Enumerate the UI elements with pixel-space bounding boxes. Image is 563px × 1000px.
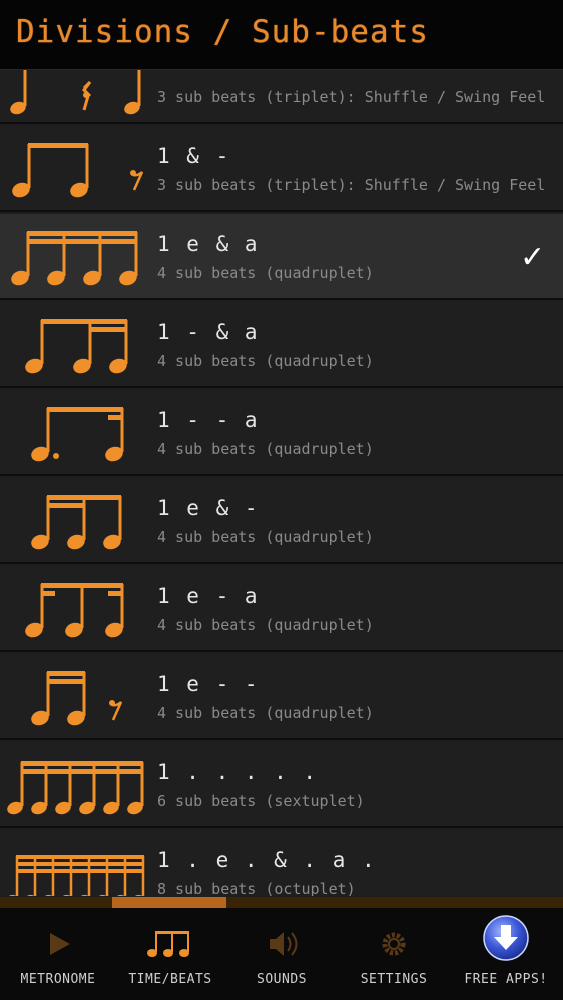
header-bar: Divisions / Sub-beats xyxy=(0,0,563,70)
sixteenth-eighth-sixteenth-notation-icon xyxy=(0,566,150,652)
division-list[interactable]: 3 sub beats (triplet): Shuffle / Swing F… xyxy=(0,70,563,896)
list-item[interactable]: 1 & - 3 sub beats (triplet): Shuffle / S… xyxy=(0,126,563,212)
download-icon xyxy=(450,915,562,964)
list-item[interactable]: 1 - - a 4 sub beats (quadruplet) xyxy=(0,390,563,476)
quarter-rest-quarter-notation-icon xyxy=(0,70,150,124)
gear-icon xyxy=(338,924,450,964)
list-item[interactable]: 1 . e . & . a . 8 sub beats (octuplet) xyxy=(0,830,563,896)
row-description: 4 sub beats (quadruplet) xyxy=(157,440,374,458)
row-pattern: 1 - - a xyxy=(157,408,260,432)
list-item[interactable]: 1 . . . . . 6 sub beats (sextuplet) xyxy=(0,742,563,828)
page-title: Divisions / Sub-beats xyxy=(16,14,429,50)
list-item[interactable]: 1 e - - 4 sub beats (quadruplet) xyxy=(0,654,563,740)
speaker-icon xyxy=(226,924,338,964)
horizontal-scrollbar[interactable] xyxy=(0,897,563,908)
eight-thirtyseconds-notation-icon xyxy=(0,830,150,896)
row-description: 4 sub beats (quadruplet) xyxy=(157,616,374,634)
tab-label: SETTINGS xyxy=(360,972,428,987)
row-description: 4 sub beats (quadruplet) xyxy=(157,704,374,722)
dotted-eighth-sixteenth-notation-icon xyxy=(0,390,150,476)
tab-settings[interactable]: SETTINGS xyxy=(338,908,450,1000)
bottom-tab-bar: METRONOME TIME/BEATS SOUNDS SETTINGS FRE… xyxy=(0,908,563,1000)
row-description: 3 sub beats (triplet): Shuffle / Swing F… xyxy=(157,88,546,106)
tab-label: METRONOME xyxy=(20,972,96,987)
row-pattern: 1 & - xyxy=(157,144,231,168)
tab-time-beats[interactable]: TIME/BEATS xyxy=(114,908,226,1000)
scrollbar-thumb[interactable] xyxy=(112,897,226,908)
row-pattern: 1 e & a xyxy=(157,232,260,256)
list-item[interactable]: 3 sub beats (triplet): Shuffle / Swing F… xyxy=(0,70,563,124)
row-pattern: 1 - & a xyxy=(157,320,260,344)
list-item[interactable]: 1 e & - 4 sub beats (quadruplet) xyxy=(0,478,563,564)
two-eighths-rest-notation-icon xyxy=(0,126,150,212)
row-description: 8 sub beats (octuplet) xyxy=(157,880,356,896)
list-item[interactable]: 1 - & a 4 sub beats (quadruplet) xyxy=(0,302,563,388)
row-pattern: 1 e - - xyxy=(157,672,260,696)
row-description: 4 sub beats (quadruplet) xyxy=(157,528,374,546)
list-item-selected[interactable]: 1 e & a 4 sub beats (quadruplet) ✓ xyxy=(0,214,563,300)
list-item[interactable]: 1 e - a 4 sub beats (quadruplet) xyxy=(0,566,563,652)
tab-sounds[interactable]: SOUNDS xyxy=(226,908,338,1000)
row-description: 4 sub beats (quadruplet) xyxy=(157,352,374,370)
row-pattern: 1 e & - xyxy=(157,496,260,520)
row-pattern: 1 e - a xyxy=(157,584,260,608)
row-description: 3 sub beats (triplet): Shuffle / Swing F… xyxy=(157,176,546,194)
four-sixteenths-notation-icon xyxy=(0,214,150,300)
row-description: 6 sub beats (sextuplet) xyxy=(157,792,365,810)
play-icon xyxy=(2,924,114,964)
tab-label: FREE APPS! xyxy=(464,972,548,987)
two-sixteenths-eighth-notation-icon xyxy=(0,478,150,564)
tab-label: TIME/BEATS xyxy=(128,972,212,987)
row-description: 4 sub beats (quadruplet) xyxy=(157,264,374,282)
tab-label: SOUNDS xyxy=(257,972,307,987)
eighth-two-sixteenths-notation-icon xyxy=(0,302,150,388)
tab-free-apps[interactable]: FREE APPS! xyxy=(450,908,562,1000)
row-pattern: 1 . e . & . a . xyxy=(157,848,377,872)
selected-check-icon: ✓ xyxy=(520,240,546,275)
eighth-notes-icon xyxy=(114,924,226,964)
six-sixteenths-notation-icon xyxy=(0,742,150,828)
two-sixteenths-rest-notation-icon xyxy=(0,654,150,740)
tab-metronome[interactable]: METRONOME xyxy=(2,908,114,1000)
row-pattern: 1 . . . . . xyxy=(157,760,319,784)
